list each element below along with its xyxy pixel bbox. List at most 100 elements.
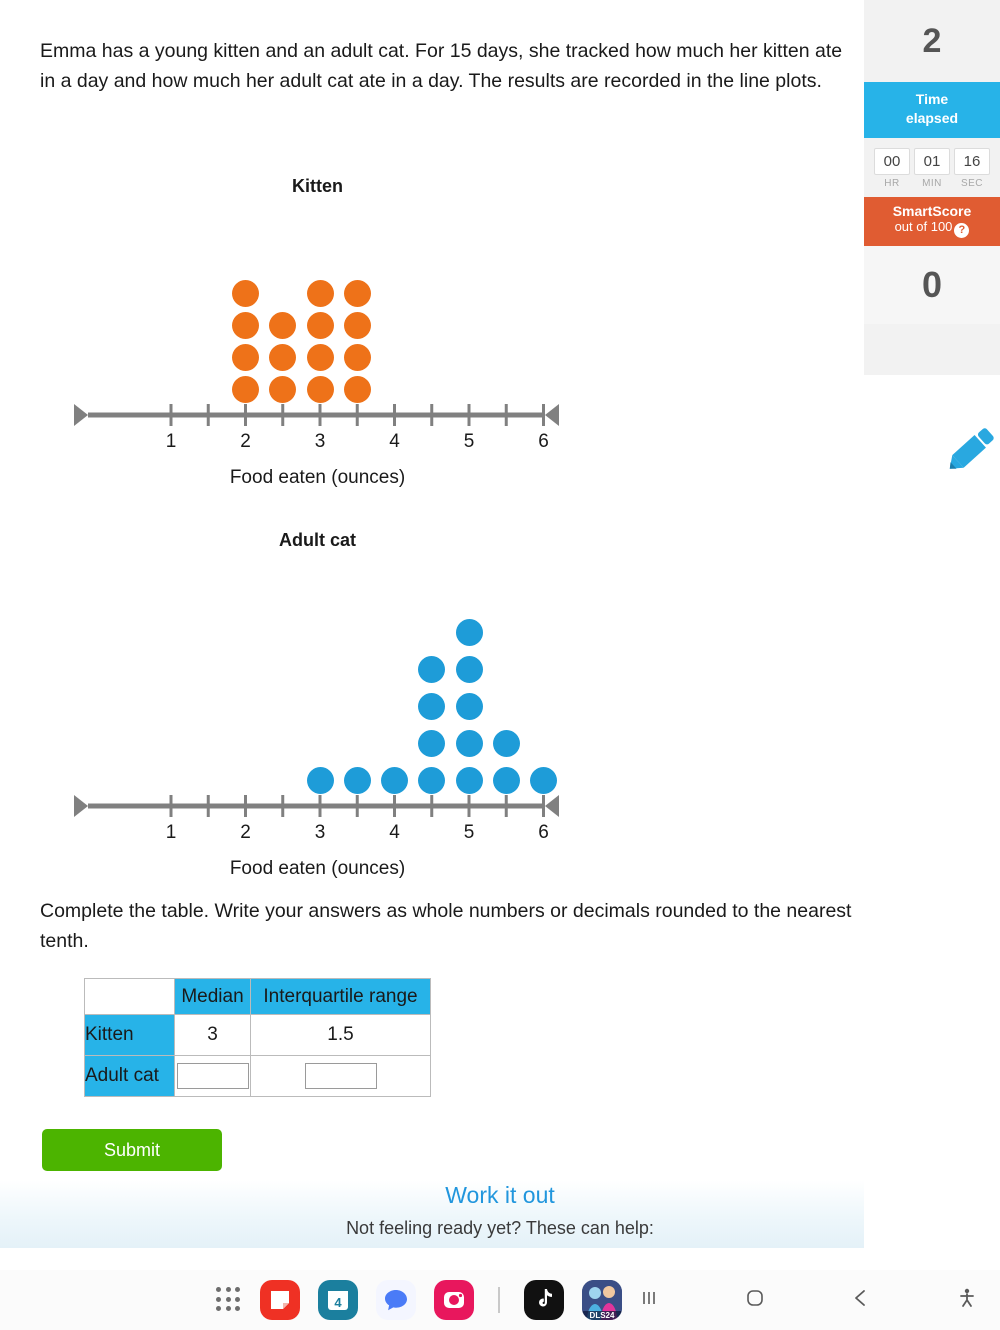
axis-tick-label: 5 [463, 822, 475, 843]
data-dot [455, 656, 483, 683]
back-icon[interactable] [848, 1285, 874, 1316]
smartscore-banner: SmartScore out of 100? [864, 197, 1000, 246]
timer-minutes: 01 MIN [914, 148, 950, 189]
axis-tick-label: 6 [538, 431, 549, 452]
axis-tick-label: 6 [538, 822, 549, 843]
app-root: Emma has a young kitten and an adult cat… [0, 0, 1000, 1330]
data-dot [232, 280, 259, 307]
table-row-kitten: Kitten 3 1.5 [84, 1014, 431, 1056]
data-dot [343, 312, 371, 339]
data-dot [455, 693, 483, 720]
data-dot [492, 730, 520, 757]
number-line-axis [74, 404, 559, 426]
home-icon[interactable] [742, 1285, 768, 1316]
data-dot [232, 344, 259, 371]
kitten-median-value: 3 [174, 1014, 251, 1056]
column-header-median: Median [174, 978, 251, 1015]
score-sidebar: 2 Time elapsed 00 HR 01 MIN 16 SEC Smart… [864, 0, 1000, 375]
axis-tick-label: 1 [165, 822, 177, 843]
app-grid-icon[interactable] [216, 1287, 242, 1313]
svg-text:4: 4 [334, 1295, 342, 1310]
smartscore-title: SmartScore [892, 203, 972, 219]
answer-table-wrap: Median Interquartile range Kitten 3 1.5 … [84, 978, 431, 1097]
data-dot [306, 312, 334, 339]
adult-plot-title: Adult cat [278, 530, 356, 550]
data-dot [418, 730, 446, 757]
kitten-plot-title: Kitten [292, 176, 343, 196]
timer-hours-unit: HR [884, 178, 900, 189]
table-instruction: Complete the table. Write your answers a… [40, 900, 852, 952]
adult-median-cell [174, 1055, 251, 1097]
axis-tick-label: 4 [389, 431, 400, 452]
axis-tick-label: 4 [389, 822, 400, 843]
row-header-kitten: Kitten [84, 1014, 175, 1056]
calendar-icon[interactable]: 4 [318, 1280, 358, 1320]
data-dot [418, 693, 446, 720]
help-hint-text: Not feeling ready yet? These can help: [346, 1218, 654, 1238]
time-banner-line2: elapsed [905, 110, 959, 126]
submit-button[interactable]: Submit [42, 1129, 222, 1171]
data-dot [455, 619, 483, 646]
axis-tick-label: 3 [314, 822, 326, 843]
data-dot [343, 344, 371, 371]
kitten-dot-plot: Kitten 1 2 3 4 5 6 Food eaten (ounces) [40, 176, 600, 488]
timer-hours-value: 00 [874, 148, 910, 175]
help-question-icon[interactable]: ? [954, 223, 970, 238]
kitten-iqr-value: 1.5 [250, 1014, 431, 1056]
data-dot [418, 656, 446, 683]
samsung-notes-icon[interactable] [260, 1280, 300, 1320]
timer-minutes-unit: MIN [922, 178, 942, 189]
data-dot [232, 312, 259, 339]
answer-table: Median Interquartile range Kitten 3 1.5 … [84, 978, 431, 1097]
time-banner-line1: Time [915, 91, 949, 107]
axis-tick-label: 2 [240, 431, 251, 452]
axis-tick-label: 2 [240, 822, 251, 843]
data-dot [306, 344, 334, 371]
question-panel: Emma has a young kitten and an adult cat… [0, 0, 864, 1248]
timer-hours: 00 HR [874, 148, 910, 189]
data-dot [455, 730, 483, 757]
timer-seconds-unit: SEC [960, 178, 984, 189]
axis-tick-label: 1 [165, 431, 177, 452]
timer-seconds: 16 SEC [954, 148, 990, 189]
data-dot [269, 344, 297, 371]
recents-icon[interactable] [636, 1285, 662, 1316]
dream-league-soccer-icon[interactable]: DLS24 [582, 1280, 622, 1320]
work-it-out-link[interactable]: Work it out [0, 1182, 1000, 1209]
smartscore-subtitle: out of 100? [864, 219, 1000, 238]
adult-cat-dot-plot: Adult cat 1 2 3 4 5 6 Food eaten (ounces) [40, 530, 600, 879]
svg-text:DLS24: DLS24 [590, 1311, 615, 1320]
question-number: 2 [864, 0, 1000, 82]
data-dot [306, 280, 334, 307]
time-elapsed-banner: Time elapsed [864, 82, 1000, 138]
column-header-iqr: Interquartile range [250, 978, 431, 1015]
system-navigation [636, 1285, 980, 1316]
taskbar-apps: 4 DLS24 [216, 1280, 622, 1320]
tiktok-icon[interactable] [524, 1280, 564, 1320]
axis-caption: Food eaten (ounces) [229, 467, 406, 488]
table-header-row: Median Interquartile range [84, 978, 431, 1015]
axis-tick-label: 3 [314, 431, 326, 452]
timer-group: 00 HR 01 MIN 16 SEC [864, 138, 1000, 191]
adult-iqr-cell [250, 1055, 431, 1097]
data-dot [343, 280, 371, 307]
smartscore-value: 0 [864, 246, 1000, 324]
data-dot [269, 312, 297, 339]
messages-icon[interactable] [376, 1280, 416, 1320]
timer-seconds-value: 16 [954, 148, 990, 175]
adult-median-input[interactable] [176, 1063, 249, 1089]
row-header-adult-cat: Adult cat [84, 1055, 175, 1097]
accessibility-icon[interactable] [954, 1285, 980, 1316]
pencil-icon[interactable] [940, 418, 1000, 480]
table-row-adult-cat: Adult cat [84, 1055, 431, 1097]
question-prompt: Emma has a young kitten and an adult cat… [40, 40, 843, 92]
axis-tick-label: 5 [463, 431, 475, 452]
timer-minutes-value: 01 [914, 148, 950, 175]
android-navigation-bar: 4 DLS24 [0, 1270, 1000, 1330]
taskbar-divider [498, 1287, 500, 1313]
instagram-icon[interactable] [434, 1280, 474, 1320]
number-line-axis [74, 795, 559, 817]
table-corner-cell [84, 978, 175, 1015]
adult-iqr-input[interactable] [304, 1063, 377, 1089]
smartscore-out-of: out of 100 [894, 219, 953, 234]
